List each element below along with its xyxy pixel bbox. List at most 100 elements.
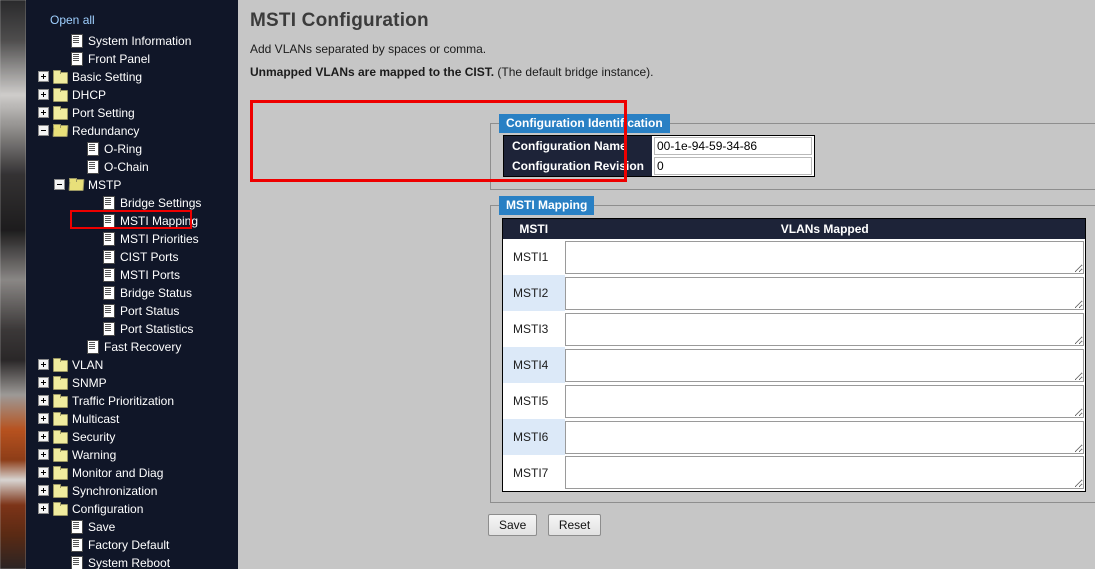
table-row: MSTI7	[502, 455, 1086, 491]
reset-button[interactable]: Reset	[547, 514, 602, 536]
sidebar-item-label: Save	[88, 519, 116, 534]
sidebar-item-label: Basic Setting	[72, 69, 143, 84]
sidebar-item-label: SNMP	[72, 375, 107, 390]
table-row: MSTI6	[502, 419, 1086, 455]
page-icon	[85, 142, 99, 157]
expand-icon[interactable]	[38, 395, 49, 407]
sidebar-item-port-statistics[interactable]: Port Statistics	[26, 319, 238, 337]
page-root: Open all System Information Front Panel Ba…	[0, 0, 1095, 569]
expand-icon[interactable]	[38, 107, 49, 119]
sidebar-item-basic-setting[interactable]: Basic Setting	[26, 67, 238, 85]
expand-icon[interactable]	[38, 449, 49, 461]
vlans-mapped-textarea[interactable]	[564, 348, 1084, 382]
expand-icon[interactable]	[38, 377, 49, 389]
sidebar-item-dhcp[interactable]: DHCP	[26, 85, 238, 103]
sidebar-item-label: Bridge Status	[120, 285, 193, 300]
sidebar-item-o-chain[interactable]: O-Chain	[26, 157, 238, 175]
vlans-mapped-textarea[interactable]	[564, 240, 1084, 274]
sidebar-item-redundancy[interactable]: Redundancy	[26, 121, 238, 139]
expand-icon[interactable]	[38, 431, 49, 443]
folder-icon	[53, 466, 68, 481]
sidebar-item-warning[interactable]: Warning	[26, 445, 238, 463]
sidebar-item-label: Monitor and Diag	[72, 465, 164, 480]
collapse-icon[interactable]	[54, 179, 65, 191]
folder-open-icon	[53, 124, 67, 137]
page-icon	[69, 556, 83, 569]
save-button[interactable]: Save	[488, 514, 538, 536]
sidebar-item-o-ring[interactable]: O-Ring	[26, 139, 238, 157]
action-button-row: Save Reset	[488, 514, 607, 536]
sidebar-item-label: Fast Recovery	[104, 339, 182, 354]
open-all-link[interactable]: Open all	[26, 13, 238, 27]
sidebar-item-msti-mapping[interactable]: MSTI Mapping	[26, 211, 238, 229]
sidebar-item-fast-recovery[interactable]: Fast Recovery	[26, 337, 238, 355]
expand-icon[interactable]	[38, 467, 49, 479]
sidebar-item-bridge-settings[interactable]: Bridge Settings	[26, 193, 238, 211]
sidebar-item-system-information[interactable]: System Information	[26, 31, 238, 49]
sidebar-item-msti-ports[interactable]: MSTI Ports	[26, 265, 238, 283]
expand-icon[interactable]	[38, 71, 49, 83]
configuration-identification-fieldset: Configuration Identification Configurati…	[490, 114, 1095, 190]
sidebar-item-label: Port Status	[120, 303, 180, 318]
sidebar-item-label: Port Setting	[72, 105, 135, 120]
expand-icon[interactable]	[38, 485, 49, 497]
sidebar-item-monitor-and-diag[interactable]: Monitor and Diag	[26, 463, 238, 481]
vlans-mapped-textarea[interactable]	[564, 456, 1084, 490]
sidebar-item-label: Front Panel	[88, 51, 151, 66]
background-photo-strip	[0, 0, 26, 569]
sidebar-item-label: MSTI Mapping	[120, 213, 199, 228]
page-icon	[85, 340, 99, 355]
configuration-revision-input[interactable]	[654, 157, 812, 175]
sidebar-item-save[interactable]: Save	[26, 517, 238, 535]
vlans-mapped-textarea[interactable]	[564, 420, 1084, 454]
configuration-identification-table: Configuration NameConfiguration Revision	[503, 135, 815, 177]
folder-icon	[53, 70, 68, 85]
table-row: MSTI5	[502, 383, 1086, 419]
sidebar-item-snmp[interactable]: SNMP	[26, 373, 238, 391]
sidebar-item-synchronization[interactable]: Synchronization	[26, 481, 238, 499]
sidebar-item-system-reboot[interactable]: System Reboot	[26, 553, 238, 569]
sidebar-item-factory-default[interactable]: Factory Default	[26, 535, 238, 553]
sidebar-item-cist-ports[interactable]: CIST Ports	[26, 247, 238, 265]
sidebar-item-port-status[interactable]: Port Status	[26, 301, 238, 319]
sidebar-item-bridge-status[interactable]: Bridge Status	[26, 283, 238, 301]
sidebar-item-multicast[interactable]: Multicast	[26, 409, 238, 427]
collapse-icon[interactable]	[38, 125, 49, 137]
vlans-mapped-textarea[interactable]	[564, 384, 1084, 418]
sidebar-item-traffic-prioritization[interactable]: Traffic Prioritization	[26, 391, 238, 409]
sidebar-item-vlan[interactable]: VLAN	[26, 355, 238, 373]
vlans-mapped-textarea[interactable]	[564, 312, 1084, 346]
msti-row-label: MSTI3	[502, 311, 565, 347]
sidebar-item-security[interactable]: Security	[26, 427, 238, 445]
msti-row-label: MSTI5	[502, 383, 565, 419]
sidebar-item-configuration[interactable]: Configuration	[26, 499, 238, 517]
msti-mapping-legend: MSTI Mapping	[499, 196, 595, 215]
configuration-name-input[interactable]	[654, 137, 812, 155]
folder-icon	[53, 412, 68, 427]
sidebar-item-label: Security	[72, 429, 116, 444]
note-rest-text: (The default bridge instance).	[494, 65, 654, 79]
page-icon	[101, 286, 115, 301]
expand-icon[interactable]	[38, 359, 49, 371]
page-icon	[101, 304, 115, 319]
expand-icon[interactable]	[38, 503, 49, 515]
sidebar-item-front-panel[interactable]: Front Panel	[26, 49, 238, 67]
vlans-mapped-textarea[interactable]	[564, 276, 1084, 310]
expand-icon[interactable]	[38, 89, 49, 101]
hint-text: Add VLANs separated by spaces or comma.	[250, 42, 487, 56]
sidebar-item-label: MSTI Priorities	[120, 231, 199, 246]
note-bold-text: Unmapped VLANs are mapped to the CIST.	[250, 65, 495, 79]
sidebar-item-msti-priorities[interactable]: MSTI Priorities	[26, 229, 238, 247]
folder-icon	[53, 358, 68, 373]
expand-icon[interactable]	[38, 413, 49, 425]
sidebar-item-port-setting[interactable]: Port Setting	[26, 103, 238, 121]
page-icon	[69, 52, 83, 67]
sidebar-item-mstp[interactable]: MSTP	[26, 175, 238, 193]
